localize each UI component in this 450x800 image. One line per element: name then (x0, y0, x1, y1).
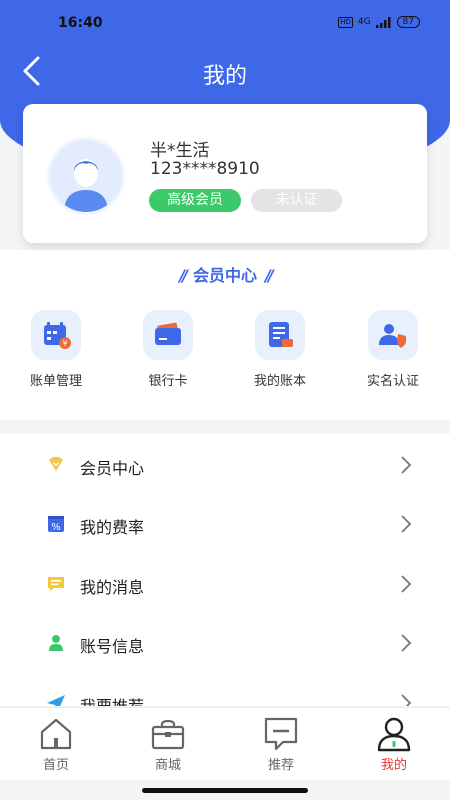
chevron-right-icon (401, 515, 412, 533)
slash-decoration-right: // (265, 266, 274, 285)
menu-label: 我的消息 (80, 578, 145, 597)
network-label: 4G (357, 17, 371, 27)
bill-calendar-icon: ¥ (31, 310, 81, 360)
section-title-text: 会员中心 (192, 266, 257, 285)
menu-item-member-center[interactable]: 会员中心 (0, 437, 450, 493)
tab-shop[interactable]: 商城 (112, 708, 224, 781)
home-indicator (142, 788, 308, 793)
profile-card[interactable]: 半*生活 123****8910 高级会员 未认证 (23, 104, 427, 243)
member-center-section: //会员中心// ¥ 账单管理 银行卡 我的账本 实名认证 (0, 250, 450, 420)
section-title: //会员中心// (0, 262, 450, 286)
slash-decoration-left: // (179, 266, 188, 285)
menu-item-recommend[interactable]: 我要推荐 (0, 675, 450, 706)
user-phone: 123****8910 (150, 159, 260, 179)
menu-item-account-info[interactable]: 账号信息 (0, 615, 450, 671)
bank-card-icon (143, 310, 193, 360)
profile-icon (377, 717, 411, 752)
home-icon (40, 718, 72, 750)
tab-bar: 首页 商城 推荐 我的 (0, 707, 450, 780)
grid-item-ledger[interactable]: 我的账本 (230, 310, 330, 390)
chevron-right-icon (401, 634, 412, 652)
user-icon (49, 635, 63, 651)
grid-label: 我的账本 (253, 374, 306, 389)
menu-label: 账号信息 (80, 637, 145, 656)
status-bar: 16:40 HD 4G 87 (0, 0, 450, 44)
avatar[interactable] (50, 140, 122, 212)
menu-list: 会员中心 % 我的费率 我的消息 账号信息 (0, 434, 450, 706)
grid-item-bank-card[interactable]: 银行卡 (118, 310, 218, 390)
diamond-icon (49, 457, 63, 471)
status-icons: HD 4G 87 (338, 16, 420, 28)
chevron-right-icon (401, 694, 412, 706)
tab-home[interactable]: 首页 (0, 708, 112, 781)
tab-label: 我的 (380, 758, 407, 773)
page-title: 我的 (202, 64, 247, 89)
id-shield-icon (368, 310, 418, 360)
grid-item-realname[interactable]: 实名认证 (343, 310, 443, 390)
grid-label: 银行卡 (148, 374, 188, 389)
grid-item-bill-manage[interactable]: ¥ 账单管理 (6, 310, 106, 390)
menu-item-my-messages[interactable]: 我的消息 (0, 556, 450, 612)
tab-label: 商城 (154, 758, 181, 773)
tab-mine[interactable]: 我的 (338, 708, 450, 781)
percent-icon: % (48, 516, 64, 533)
recommend-icon (264, 717, 298, 751)
grid-label: 账单管理 (29, 374, 82, 389)
tab-recommend[interactable]: 推荐 (225, 708, 337, 781)
chevron-right-icon (401, 575, 412, 593)
menu-label: 我要推荐 (80, 693, 144, 706)
status-time: 16:40 (58, 15, 103, 31)
avatar-person-icon (50, 140, 122, 212)
svg-text:%: % (51, 522, 61, 533)
menu-item-my-rate[interactable]: % 我的费率 (0, 496, 450, 552)
grid-label: 实名认证 (366, 374, 419, 389)
battery-icon: 87 (396, 16, 420, 28)
user-name: 半*生活 (150, 141, 210, 161)
signal-icon (375, 16, 391, 28)
message-icon (48, 577, 64, 591)
menu-label: 会员中心 (80, 459, 145, 478)
svg-text:¥: ¥ (62, 339, 67, 348)
shop-bag-icon (151, 719, 185, 750)
auth-status-badge[interactable]: 未认证 (251, 189, 342, 212)
vip-badge: 高级会员 (149, 189, 241, 212)
hd-icon: HD (338, 16, 353, 28)
tab-label: 首页 (42, 758, 69, 773)
menu-label: 我的费率 (80, 518, 145, 537)
tab-label: 推荐 (267, 758, 294, 773)
send-icon (47, 695, 65, 706)
ledger-icon (255, 310, 305, 360)
chevron-right-icon (401, 456, 412, 474)
